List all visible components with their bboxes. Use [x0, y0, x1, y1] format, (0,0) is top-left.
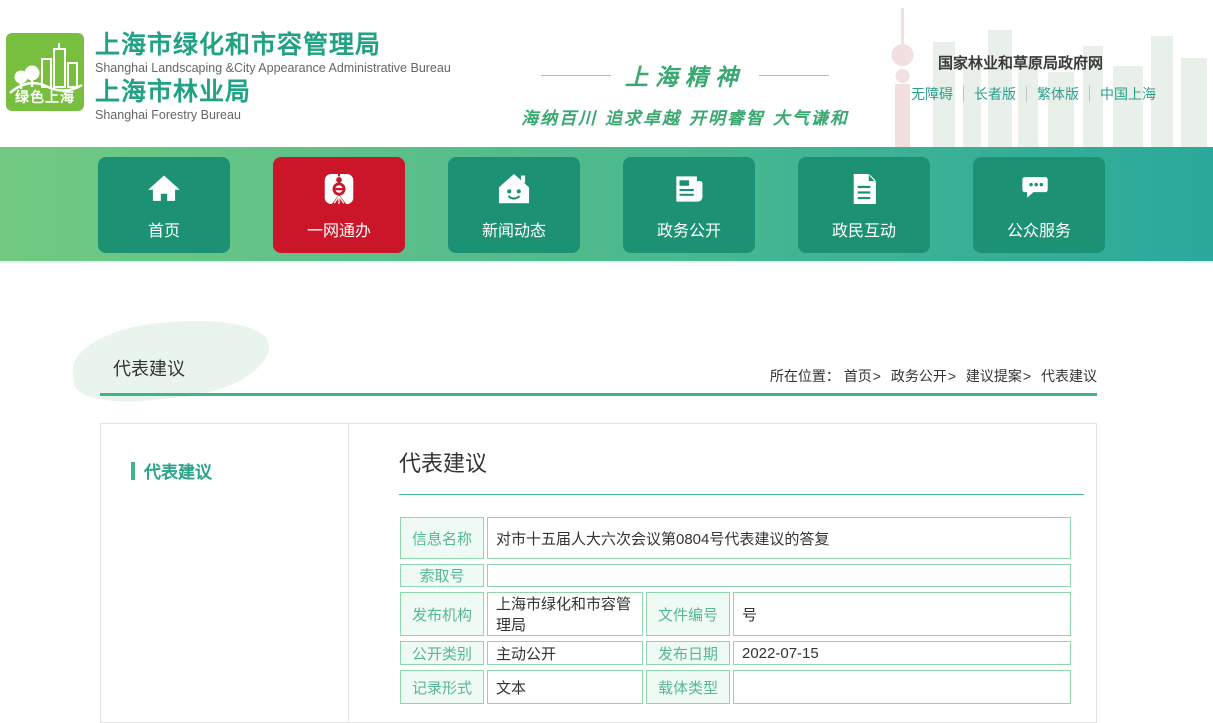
link-divider — [1026, 86, 1027, 102]
info-name-value: 对市十五届人大六次会议第0804号代表建议的答复 — [487, 517, 1071, 559]
main-content-panel: 代表建议 代表建议 信息名称 对市十五届人大六次会议第0804号代表建议的答复 … — [100, 423, 1097, 723]
slogan-title: 上海精神 — [625, 58, 745, 92]
accessibility-link[interactable]: 无障碍 — [911, 84, 953, 104]
link-divider — [963, 86, 964, 102]
section-divider-rule — [100, 393, 1097, 396]
site-header: 绿色上海 上海市绿化和市容管理局 Shanghai Landscaping &C… — [0, 0, 1213, 147]
breadcrumb-separator: > — [948, 368, 956, 384]
publisher-label: 发布机构 — [400, 592, 484, 636]
nav-item-label: 政务公开 — [657, 217, 721, 241]
org-secondary-title: 上海市林业局 — [95, 79, 451, 106]
table-row: 索取号 — [400, 564, 1071, 587]
carrier-type-value — [733, 670, 1071, 704]
sidebar-item-representative-suggestions[interactable]: 代表建议 — [131, 458, 348, 483]
nav-item-news[interactable]: 新闻动态 — [448, 157, 580, 253]
table-row: 公开类别 主动公开 发布日期 2022-07-15 — [400, 641, 1071, 665]
index-no-value — [487, 564, 1071, 587]
primary-nav: 首页 一网通办 新闻动态 — [0, 147, 1213, 263]
breadcrumb-location-label: 所在位置： — [770, 368, 840, 384]
document-icon — [845, 170, 883, 208]
nav-item-label: 首页 — [148, 217, 180, 241]
breadcrumb-item-gov-disclosure[interactable]: 政务公开 — [891, 368, 947, 384]
nav-item-label: 新闻动态 — [482, 217, 546, 241]
org-primary-subtitle: Shanghai Landscaping &City Appearance Ad… — [95, 61, 451, 75]
open-type-label: 公开类别 — [400, 641, 484, 665]
nav-item-label: 政民互动 — [832, 217, 896, 241]
org-title-block[interactable]: 上海市绿化和市容管理局 Shanghai Landscaping &City A… — [95, 32, 451, 126]
record-form-value: 文本 — [487, 670, 643, 704]
publish-date-label: 发布日期 — [646, 641, 730, 665]
nav-item-one-net-service[interactable]: 一网通办 — [273, 157, 405, 253]
article-content: 代表建议 信息名称 对市十五届人大六次会议第0804号代表建议的答复 索取号 发… — [349, 424, 1096, 722]
bureau-logo[interactable]: 绿色上海 — [6, 33, 84, 111]
nav-item-label: 公众服务 — [1007, 217, 1071, 241]
publisher-value: 上海市绿化和市容管理局 — [487, 592, 643, 636]
breadcrumb-item-home[interactable]: 首页 — [844, 368, 872, 384]
info-table: 信息名称 对市十五届人大六次会议第0804号代表建议的答复 索取号 发布机构 上… — [397, 512, 1074, 709]
info-name-label: 信息名称 — [400, 517, 484, 559]
sidebar-active-marker — [131, 462, 135, 480]
open-type-value: 主动公开 — [487, 641, 643, 665]
carrier-type-label: 载体类型 — [646, 670, 730, 704]
content-title-rule — [399, 494, 1084, 495]
sidebar-item-label: 代表建议 — [144, 458, 212, 483]
breadcrumb-separator: > — [1023, 368, 1031, 384]
breadcrumb-item-proposals[interactable]: 建议提案 — [966, 368, 1022, 384]
table-row: 发布机构 上海市绿化和市容管理局 文件编号 号 — [400, 592, 1071, 636]
table-row: 信息名称 对市十五届人大六次会议第0804号代表建议的答复 — [400, 517, 1071, 559]
record-form-label: 记录形式 — [400, 670, 484, 704]
nav-item-public-service[interactable]: 公众服务 — [973, 157, 1105, 253]
one-net-service-icon — [320, 170, 358, 208]
quick-links-bar: 无障碍 长者版 繁体版 中国上海 — [911, 84, 1156, 104]
doc-no-label: 文件编号 — [646, 592, 730, 636]
newspaper-icon — [670, 170, 708, 208]
chat-bubbles-icon — [1020, 170, 1058, 208]
doc-no-value: 号 — [733, 592, 1071, 636]
news-house-icon — [495, 170, 533, 208]
table-row: 记录形式 文本 载体类型 — [400, 670, 1071, 704]
slogan-right-rule — [759, 75, 829, 76]
breadcrumb: 所在位置： 首页> 政务公开> 建议提案> 代表建议 — [770, 366, 1097, 386]
nav-item-gov-disclosure[interactable]: 政务公开 — [623, 157, 755, 253]
china-shanghai-link[interactable]: 中国上海 — [1100, 84, 1156, 104]
traditional-chinese-link[interactable]: 繁体版 — [1037, 84, 1079, 104]
nav-item-label: 一网通办 — [307, 217, 371, 241]
spirit-slogan: 上海精神 海纳百川 追求卓越 开明睿智 大气谦和 — [505, 58, 865, 129]
page-title: 代表建议 — [113, 355, 185, 381]
slogan-subtitle: 海纳百川 追求卓越 开明睿智 大气谦和 — [505, 104, 865, 129]
slogan-left-rule — [541, 75, 611, 76]
sidebar: 代表建议 — [101, 424, 349, 722]
national-forestry-site-link[interactable]: 国家林业和草原局政府网 — [938, 52, 1103, 73]
city-skyline-watermark-icon — [833, 0, 1213, 147]
link-divider — [1089, 86, 1090, 102]
breadcrumb-item-current[interactable]: 代表建议 — [1041, 368, 1097, 384]
publish-date-value: 2022-07-15 — [733, 641, 1071, 665]
nav-item-home[interactable]: 首页 — [98, 157, 230, 253]
home-icon — [145, 170, 183, 208]
org-primary-title: 上海市绿化和市容管理局 — [95, 32, 451, 59]
index-no-label: 索取号 — [400, 564, 484, 587]
org-secondary-subtitle: Shanghai Forestry Bureau — [95, 108, 451, 122]
content-title: 代表建议 — [399, 446, 487, 478]
logo-badge-text: 绿色上海 — [6, 87, 84, 107]
nav-item-public-interaction[interactable]: 政民互动 — [798, 157, 930, 253]
breadcrumb-separator: > — [873, 368, 881, 384]
elderly-version-link[interactable]: 长者版 — [974, 84, 1016, 104]
